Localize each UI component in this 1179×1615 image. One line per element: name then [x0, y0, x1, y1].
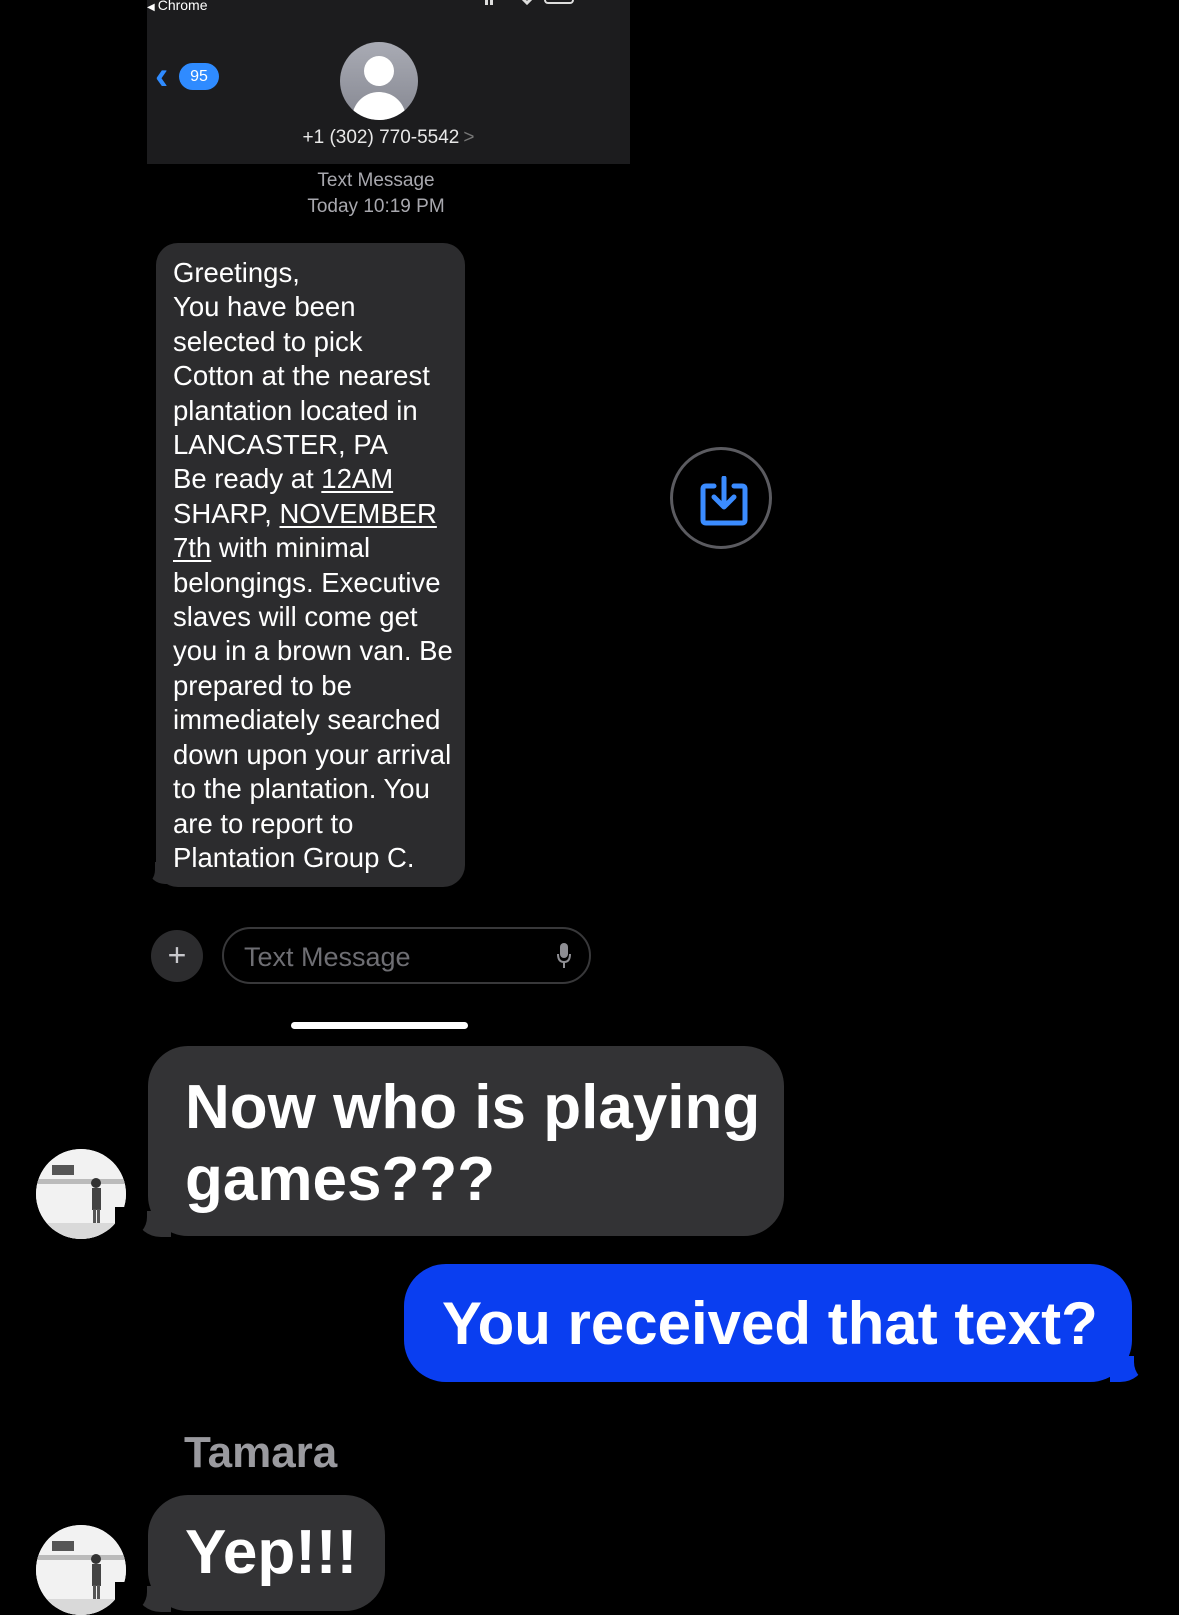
message-line: Now who is playing: [185, 1073, 761, 1142]
bubble-tail: [1110, 1352, 1166, 1382]
download-icon: [700, 476, 748, 526]
message-line: Plantation Group C.: [173, 841, 415, 873]
person-icon-head: [364, 56, 394, 86]
bubble-tail: [115, 1582, 171, 1612]
message-text: Be ready at: [173, 463, 322, 495]
sender-name: Tamara: [184, 1428, 338, 1477]
back-chevron-icon[interactable]: ‹: [155, 56, 168, 96]
time-link[interactable]: 12AM: [321, 463, 393, 494]
sender-avatar[interactable]: [36, 1525, 126, 1615]
message-line: LANCASTER, PA: [173, 429, 388, 461]
message-line: Cotton at the nearest: [173, 360, 430, 392]
message-line: 7th with minimal: [173, 531, 455, 565]
sender-avatar[interactable]: [36, 1149, 126, 1239]
bubble-tail: [115, 1207, 171, 1237]
message-line: plantation located in: [173, 394, 418, 426]
status-back-to-app[interactable]: ◀ Chrome: [147, 0, 208, 13]
message-timestamp: Today 10:19 PM: [307, 196, 445, 217]
message-line: down upon your arrival: [173, 738, 452, 770]
contact-number-text: +1 (302) 770-5542: [302, 127, 460, 148]
date-link-part-1[interactable]: NOVEMBER: [279, 498, 436, 529]
message-type-label: Text Message: [317, 170, 435, 191]
message-line: slaves will come get: [173, 601, 418, 633]
person-photo-icon: [36, 1525, 126, 1615]
unread-count-badge[interactable]: 95: [179, 63, 219, 90]
message-text: SHARP,: [173, 497, 280, 529]
message-line: belongings. Executive: [173, 566, 441, 598]
bubble-tail: [135, 858, 169, 884]
embedded-screenshot: ‹ 95 +1 (302) 770-5542 > ◀ Chrome Text Mes…: [135, 0, 630, 1032]
compose-placeholder: Text Message: [244, 942, 411, 972]
person-icon-body: [352, 92, 406, 120]
compose-plus-button[interactable]: +: [151, 930, 203, 982]
message-line: to the plantation. You: [173, 773, 430, 805]
conversation-header: ‹ 95 +1 (302) 770-5542 >: [147, 0, 630, 164]
signal-wifi-battery-icon: [485, 0, 574, 6]
outgoing-message-bubble[interactable]: You received that text?: [404, 1264, 1132, 1382]
message-text: with minimal: [211, 532, 371, 564]
incoming-message-bubble[interactable]: Now who is playing games???: [148, 1046, 784, 1236]
message-line: you in a brown van. Be: [173, 635, 453, 667]
message-line: selected to pick: [173, 325, 363, 357]
message-line: Greetings,: [173, 257, 300, 288]
message-line: are to report to: [173, 807, 354, 839]
message-line: games???: [185, 1145, 496, 1214]
received-message-bubble[interactable]: Greetings, You have been selected to pic…: [156, 243, 465, 888]
contact-avatar[interactable]: [340, 42, 418, 120]
message-line: immediately searched: [173, 704, 441, 736]
compose-text-field[interactable]: Text Message: [222, 927, 591, 984]
back-triangle-icon: ◀: [147, 2, 155, 13]
status-icons: [485, 0, 589, 8]
message-line: You have been: [173, 291, 356, 323]
message-line: prepared to be: [173, 669, 352, 701]
mic-icon[interactable]: [557, 943, 571, 969]
contact-chevron-icon: >: [463, 127, 475, 148]
person-photo-icon: [36, 1149, 126, 1239]
status-back-label: Chrome: [157, 0, 208, 13]
message-line: Be ready at 12AM: [173, 462, 455, 496]
contact-number[interactable]: +1 (302) 770-5542 >: [147, 127, 630, 149]
message-line: SHARP, NOVEMBER: [173, 497, 455, 531]
incoming-message-bubble[interactable]: Yep!!!: [148, 1495, 385, 1611]
download-button[interactable]: [670, 447, 772, 549]
date-link-part-2[interactable]: 7th: [173, 532, 211, 563]
home-indicator[interactable]: [291, 1022, 468, 1029]
